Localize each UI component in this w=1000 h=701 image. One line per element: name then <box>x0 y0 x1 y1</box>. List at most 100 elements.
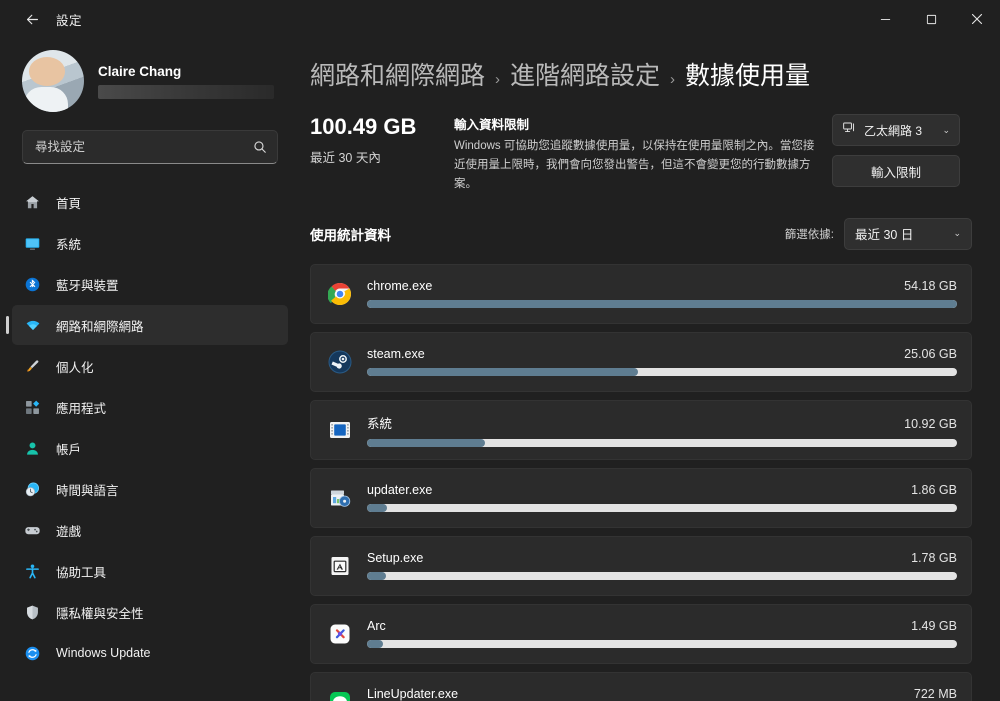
data-limit-description: Windows 可協助您追蹤數據使用量，以保持在使用量限制之內。當您接近使用量上… <box>454 140 815 190</box>
network-controls: 乙太網路 3 ⌄ 輸入限制 <box>832 114 960 187</box>
search-section <box>22 130 278 164</box>
sidebar-item-label: 網路和網際網路 <box>56 319 144 334</box>
back-button[interactable] <box>14 4 50 34</box>
filter-dropdown-value: 最近 30 日 <box>855 228 914 243</box>
usage-row-body: Arc 1.49 GB <box>367 619 957 649</box>
main-content: 網路和網際網路 › 進階網路設定 › 數據使用量 100.49 GB 最近 30… <box>300 38 1000 701</box>
usage-row-progress <box>367 504 957 513</box>
system-app-icon <box>323 418 357 442</box>
sidebar-item-label: 協助工具 <box>56 565 107 580</box>
filter-dropdown[interactable]: 最近 30 日 ⌄ <box>844 217 972 250</box>
sidebar-item-gaming[interactable]: 遊戲 <box>12 510 288 550</box>
minimize-icon <box>880 18 890 20</box>
minimize-button[interactable] <box>862 0 908 38</box>
chevron-down-icon: ⌄ <box>953 228 961 239</box>
usage-row-name: LineUpdater.exe <box>367 687 459 701</box>
close-button[interactable] <box>954 0 1000 38</box>
chevron-down-icon: ⌄ <box>942 124 950 135</box>
sidebar-item-windows-update[interactable]: Windows Update <box>12 633 288 673</box>
usage-row-progress <box>367 368 957 377</box>
usage-row-chrome[interactable]: chrome.exe 54.18 GB <box>310 263 972 324</box>
usage-rows: chrome.exe 54.18 GB steam.exe 25.06 GB 系… <box>310 263 972 701</box>
usage-row-name: Arc <box>367 619 386 634</box>
usage-row-name: steam.exe <box>367 347 425 362</box>
usage-row-top: steam.exe 25.06 GB <box>367 347 957 361</box>
breadcrumb-item-advanced[interactable]: 進階網路設定 <box>510 56 660 92</box>
bluetooth-icon <box>24 276 50 293</box>
sidebar-item-label: 藍牙與裝置 <box>56 278 119 293</box>
usage-stats-header: 使用統計資料 篩選依據: 最近 30 日 ⌄ <box>310 217 972 250</box>
usage-summary: 100.49 GB 最近 30 天內 輸入資料限制 Windows 可協助您追蹤… <box>310 92 972 194</box>
sidebar-item-privacy-security[interactable]: 隱私權與安全性 <box>12 592 288 632</box>
accounts-icon <box>24 440 50 457</box>
profile-name: Claire Chang <box>98 63 182 79</box>
windows-update-icon <box>24 645 50 662</box>
network-selector[interactable]: 乙太網路 3 ⌄ <box>832 114 960 146</box>
maximize-button[interactable] <box>908 0 954 38</box>
network-selector-value: 乙太網路 3 <box>864 123 923 138</box>
usage-row-body: Setup.exe 1.78 GB <box>367 551 957 581</box>
home-icon <box>24 194 50 211</box>
usage-row-name: Setup.exe <box>367 551 424 566</box>
window-controls <box>862 0 1000 38</box>
accessibility-icon <box>24 563 50 580</box>
usage-row-steam[interactable]: steam.exe 25.06 GB <box>310 331 972 392</box>
usage-row-value: 1.78 GB <box>911 551 957 566</box>
sidebar-item-apps[interactable]: 應用程式 <box>12 387 288 427</box>
chrome-icon <box>323 282 357 306</box>
usage-row-top: Arc 1.49 GB <box>367 619 957 633</box>
data-limit-title: 輸入資料限制 <box>454 118 530 132</box>
usage-row-body: LineUpdater.exe 722 MB <box>367 687 957 701</box>
updater-icon <box>323 486 357 510</box>
sidebar-item-label: 個人化 <box>56 360 94 375</box>
sidebar-item-home[interactable]: 首頁 <box>12 182 288 222</box>
window-title: 設定 <box>56 13 83 28</box>
data-limit-info: 輸入資料限制 Windows 可協助您追蹤數據使用量，以保持在使用量限制之內。當… <box>432 114 832 194</box>
usage-row-value: 1.49 GB <box>911 619 957 634</box>
usage-total-value: 100.49 GB <box>310 114 417 139</box>
sidebar-item-network[interactable]: 網路和網際網路 <box>6 305 288 345</box>
personalization-icon <box>24 358 50 375</box>
profile-text: Claire Chang <box>98 64 278 99</box>
sidebar-nav: 首頁 系統 藍牙與裝置 網路和網際網路 個人化 應用程式 帳戶 時間與語言 遊戲… <box>6 182 288 673</box>
sidebar-item-accounts[interactable]: 帳戶 <box>12 428 288 468</box>
usage-row-name: 系統 <box>367 416 393 431</box>
usage-row-system[interactable]: 系統 10.92 GB <box>310 399 972 460</box>
steam-icon <box>323 350 357 374</box>
ethernet-icon <box>842 120 857 140</box>
profile-detail-redacted <box>98 84 274 99</box>
usage-row-setup[interactable]: Setup.exe 1.78 GB <box>310 535 972 596</box>
sidebar-item-time-language[interactable]: 時間與語言 <box>12 469 288 509</box>
usage-row-updater[interactable]: updater.exe 1.86 GB <box>310 467 972 528</box>
usage-row-top: Setup.exe 1.78 GB <box>367 551 957 565</box>
sidebar-item-system[interactable]: 系統 <box>12 223 288 263</box>
sidebar: Claire Chang 尋找設定 首頁 系統 藍牙與裝置 網路和網際網路 個人… <box>0 38 300 701</box>
usage-total-period: 最近 30 天內 <box>310 151 381 166</box>
usage-row-lineupdater[interactable]: LineUpdater.exe 722 MB <box>310 671 972 701</box>
usage-row-name: updater.exe <box>367 483 433 498</box>
sidebar-item-personalization[interactable]: 個人化 <box>12 346 288 386</box>
profile-section[interactable]: Claire Chang <box>12 38 288 116</box>
usage-row-body: chrome.exe 54.18 GB <box>367 279 957 309</box>
usage-row-value: 25.06 GB <box>904 347 957 362</box>
sidebar-item-label: 隱私權與安全性 <box>56 606 144 621</box>
sidebar-item-bluetooth[interactable]: 藍牙與裝置 <box>12 264 288 304</box>
breadcrumb-separator: › <box>495 71 501 88</box>
usage-row-body: updater.exe 1.86 GB <box>367 483 957 513</box>
usage-row-value: 10.92 GB <box>904 416 957 431</box>
breadcrumb-item-network[interactable]: 網路和網際網路 <box>310 56 485 92</box>
usage-row-arc[interactable]: Arc 1.49 GB <box>310 603 972 664</box>
enter-limit-button[interactable]: 輸入限制 <box>832 155 960 187</box>
search-box[interactable] <box>22 130 278 164</box>
sidebar-item-accessibility[interactable]: 協助工具 <box>12 551 288 591</box>
avatar <box>22 50 84 112</box>
usage-total-block: 100.49 GB 最近 30 天內 <box>310 114 432 166</box>
usage-row-body: steam.exe 25.06 GB <box>367 347 957 377</box>
usage-row-top: 系統 10.92 GB <box>367 413 957 432</box>
usage-row-progress <box>367 300 957 309</box>
search-input[interactable] <box>35 140 253 154</box>
adobe-setup-icon <box>323 554 357 578</box>
sidebar-item-label: 首頁 <box>56 196 82 211</box>
arc-icon <box>323 622 357 646</box>
breadcrumb: 網路和網際網路 › 進階網路設定 › 數據使用量 <box>310 38 972 92</box>
